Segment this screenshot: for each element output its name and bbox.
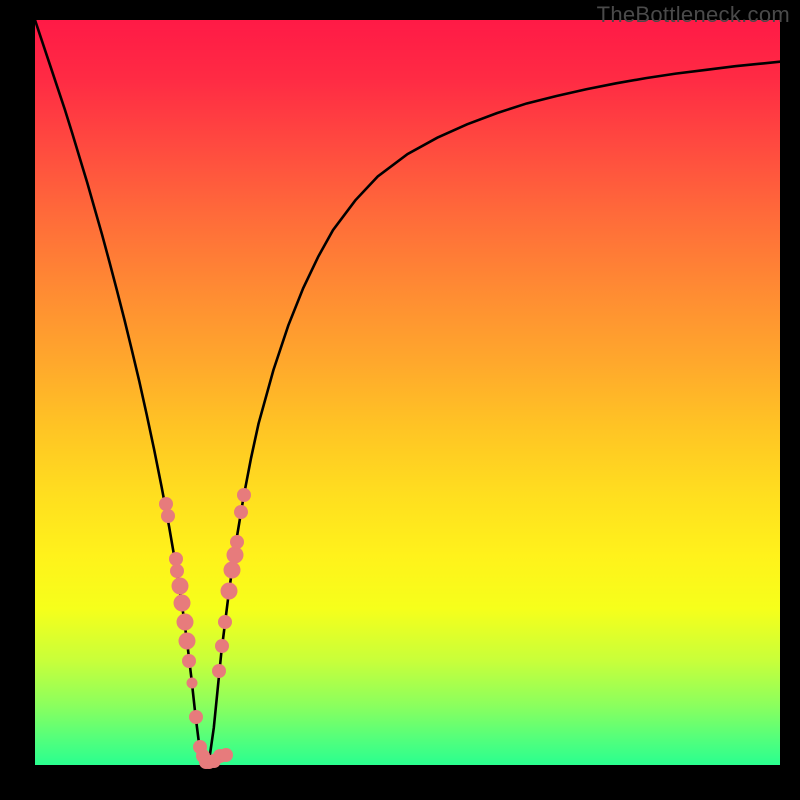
data-marker: [171, 578, 188, 595]
data-marker: [230, 535, 244, 549]
data-marker: [176, 613, 193, 630]
data-marker: [187, 678, 198, 689]
data-marker: [173, 594, 190, 611]
data-marker: [221, 582, 238, 599]
data-marker: [234, 505, 248, 519]
data-marker: [178, 633, 195, 650]
data-marker: [189, 710, 203, 724]
data-marker: [219, 748, 233, 762]
data-marker: [212, 664, 226, 678]
data-marker: [237, 488, 251, 502]
data-marker: [215, 639, 229, 653]
data-marker: [161, 509, 175, 523]
chart-stage: TheBottleneck.com: [0, 0, 800, 800]
marker-layer: [35, 20, 780, 765]
data-marker: [226, 546, 243, 563]
data-marker: [218, 615, 232, 629]
data-marker: [170, 564, 184, 578]
data-marker: [224, 561, 241, 578]
data-marker: [182, 654, 196, 668]
